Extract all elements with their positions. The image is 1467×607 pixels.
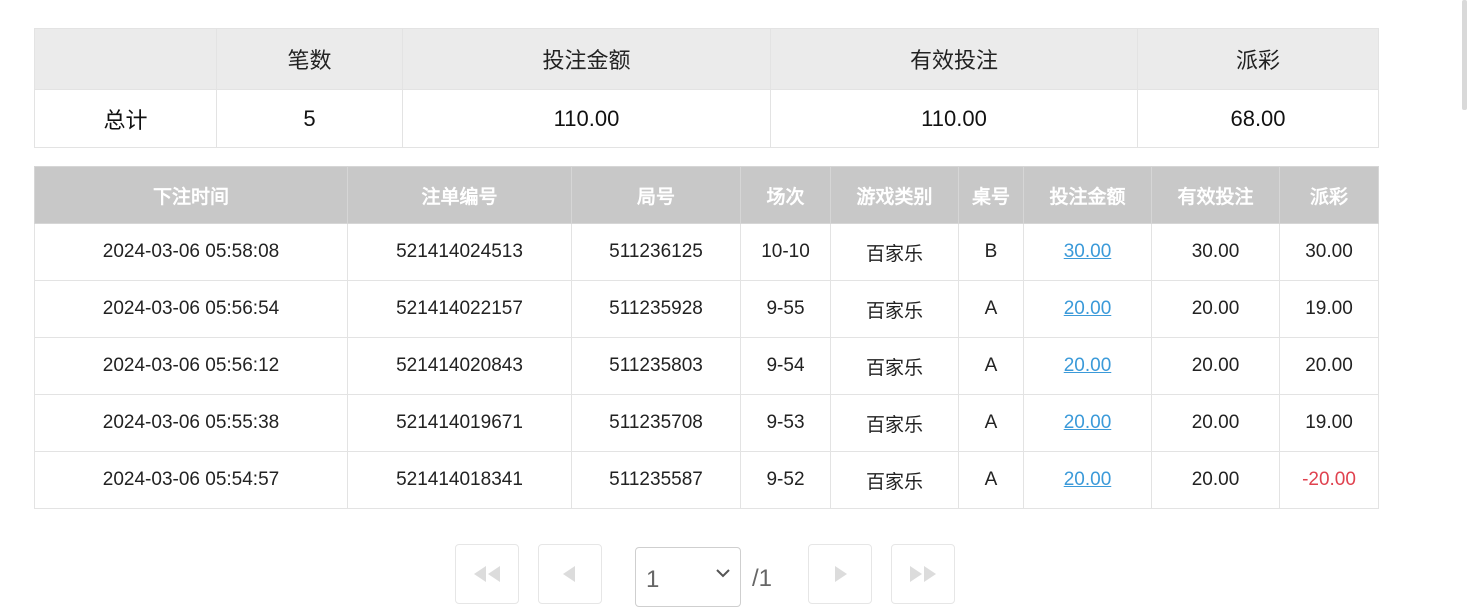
detail-header-row: 下注时间 注单编号 局号 场次 游戏类别 桌号 投注金额 有效投注 派彩 bbox=[34, 166, 1379, 224]
summary-total-bet-amount: 110.00 bbox=[402, 89, 771, 148]
first-page-icon bbox=[474, 566, 500, 582]
bet-time: 2024-03-06 05:56:54 bbox=[34, 280, 348, 338]
valid-bet: 30.00 bbox=[1151, 223, 1280, 281]
payout: 30.00 bbox=[1279, 223, 1379, 281]
page-select-value: 1 bbox=[646, 566, 660, 593]
summary-table: 笔数 投注金额 有效投注 派彩 总计 5 110.00 110.00 68.00 bbox=[34, 28, 1379, 148]
summary-total-valid-bet: 110.00 bbox=[770, 89, 1138, 148]
bet-amount-link[interactable]: 20.00 bbox=[1064, 298, 1112, 319]
bet-time: 2024-03-06 05:58:08 bbox=[34, 223, 348, 281]
round-id: 511235587 bbox=[571, 451, 741, 509]
prev-page-icon bbox=[563, 566, 575, 582]
bet-id: 521414024513 bbox=[347, 223, 572, 281]
summary-header-count: 笔数 bbox=[216, 28, 403, 90]
game-type: 百家乐 bbox=[830, 280, 959, 338]
session: 9-53 bbox=[740, 394, 831, 452]
header-table-no: 桌号 bbox=[958, 166, 1024, 224]
header-game-type: 游戏类别 bbox=[830, 166, 959, 224]
first-page-button[interactable] bbox=[455, 544, 519, 604]
summary-header-valid-bet: 有效投注 bbox=[770, 28, 1138, 90]
payout: 20.00 bbox=[1279, 337, 1379, 395]
payout: 19.00 bbox=[1279, 280, 1379, 338]
summary-header-bet-amount: 投注金额 bbox=[402, 28, 771, 90]
bet-id: 521414020843 bbox=[347, 337, 572, 395]
table-no: A bbox=[958, 451, 1024, 509]
bet-amount-cell: 20.00 bbox=[1023, 280, 1152, 338]
round-id: 511235708 bbox=[571, 394, 741, 452]
prev-page-button[interactable] bbox=[538, 544, 602, 604]
header-payout: 派彩 bbox=[1279, 166, 1379, 224]
table-no: B bbox=[958, 223, 1024, 281]
bet-id: 521414019671 bbox=[347, 394, 572, 452]
game-type: 百家乐 bbox=[830, 451, 959, 509]
payout: -20.00 bbox=[1279, 451, 1379, 509]
summary-header-blank bbox=[34, 28, 217, 90]
table-row: 2024-03-06 05:54:57 521414018341 5112355… bbox=[34, 451, 1379, 509]
session: 9-55 bbox=[740, 280, 831, 338]
round-id: 511235928 bbox=[571, 280, 741, 338]
summary-header-row: 笔数 投注金额 有效投注 派彩 bbox=[34, 28, 1379, 90]
bet-time: 2024-03-06 05:54:57 bbox=[34, 451, 348, 509]
last-page-button[interactable] bbox=[891, 544, 955, 604]
bet-amount-cell: 20.00 bbox=[1023, 394, 1152, 452]
last-page-icon bbox=[910, 566, 936, 582]
bet-amount-link[interactable]: 30.00 bbox=[1064, 241, 1112, 262]
bet-time: 2024-03-06 05:56:12 bbox=[34, 337, 348, 395]
session: 9-54 bbox=[740, 337, 831, 395]
valid-bet: 20.00 bbox=[1151, 280, 1280, 338]
summary-total-label: 总计 bbox=[34, 89, 217, 148]
table-row: 2024-03-06 05:56:12 521414020843 5112358… bbox=[34, 337, 1379, 395]
next-page-button[interactable] bbox=[808, 544, 872, 604]
table-row: 2024-03-06 05:56:54 521414022157 5112359… bbox=[34, 280, 1379, 338]
table-row: 2024-03-06 05:55:38 521414019671 5112357… bbox=[34, 394, 1379, 452]
bet-amount-link[interactable]: 20.00 bbox=[1064, 469, 1112, 490]
valid-bet: 20.00 bbox=[1151, 451, 1280, 509]
table-no: A bbox=[958, 337, 1024, 395]
payout: 19.00 bbox=[1279, 394, 1379, 452]
bet-amount-link[interactable]: 20.00 bbox=[1064, 355, 1112, 376]
game-type: 百家乐 bbox=[830, 223, 959, 281]
bet-amount-cell: 20.00 bbox=[1023, 337, 1152, 395]
table-row: 2024-03-06 05:58:08 521414024513 5112361… bbox=[34, 223, 1379, 281]
bet-detail-table: 下注时间 注单编号 局号 场次 游戏类别 桌号 投注金额 有效投注 派彩 202… bbox=[34, 166, 1379, 509]
game-type: 百家乐 bbox=[830, 394, 959, 452]
game-type: 百家乐 bbox=[830, 337, 959, 395]
header-bet-time: 下注时间 bbox=[34, 166, 348, 224]
page-select[interactable]: 1 bbox=[635, 547, 741, 607]
valid-bet: 20.00 bbox=[1151, 394, 1280, 452]
summary-total-payout: 68.00 bbox=[1137, 89, 1379, 148]
session: 9-52 bbox=[740, 451, 831, 509]
bet-amount-link[interactable]: 20.00 bbox=[1064, 412, 1112, 433]
valid-bet: 20.00 bbox=[1151, 337, 1280, 395]
header-bet-id: 注单编号 bbox=[347, 166, 572, 224]
summary-header-payout: 派彩 bbox=[1137, 28, 1379, 90]
page-scrollbar[interactable] bbox=[1462, 0, 1467, 110]
header-bet-amount: 投注金额 bbox=[1023, 166, 1152, 224]
bet-id: 521414022157 bbox=[347, 280, 572, 338]
session: 10-10 bbox=[740, 223, 831, 281]
header-session: 场次 bbox=[740, 166, 831, 224]
chevron-down-icon bbox=[716, 569, 730, 578]
round-id: 511235803 bbox=[571, 337, 741, 395]
bet-id: 521414018341 bbox=[347, 451, 572, 509]
header-round-id: 局号 bbox=[571, 166, 741, 224]
header-valid-bet: 有效投注 bbox=[1151, 166, 1280, 224]
table-no: A bbox=[958, 280, 1024, 338]
summary-total-count: 5 bbox=[216, 89, 403, 148]
bet-amount-cell: 30.00 bbox=[1023, 223, 1152, 281]
next-page-icon bbox=[835, 566, 847, 582]
bet-time: 2024-03-06 05:55:38 bbox=[34, 394, 348, 452]
summary-total-row: 总计 5 110.00 110.00 68.00 bbox=[34, 89, 1379, 148]
bet-amount-cell: 20.00 bbox=[1023, 451, 1152, 509]
table-no: A bbox=[958, 394, 1024, 452]
round-id: 511236125 bbox=[571, 223, 741, 281]
pagination: 1 /1 bbox=[0, 544, 1467, 607]
